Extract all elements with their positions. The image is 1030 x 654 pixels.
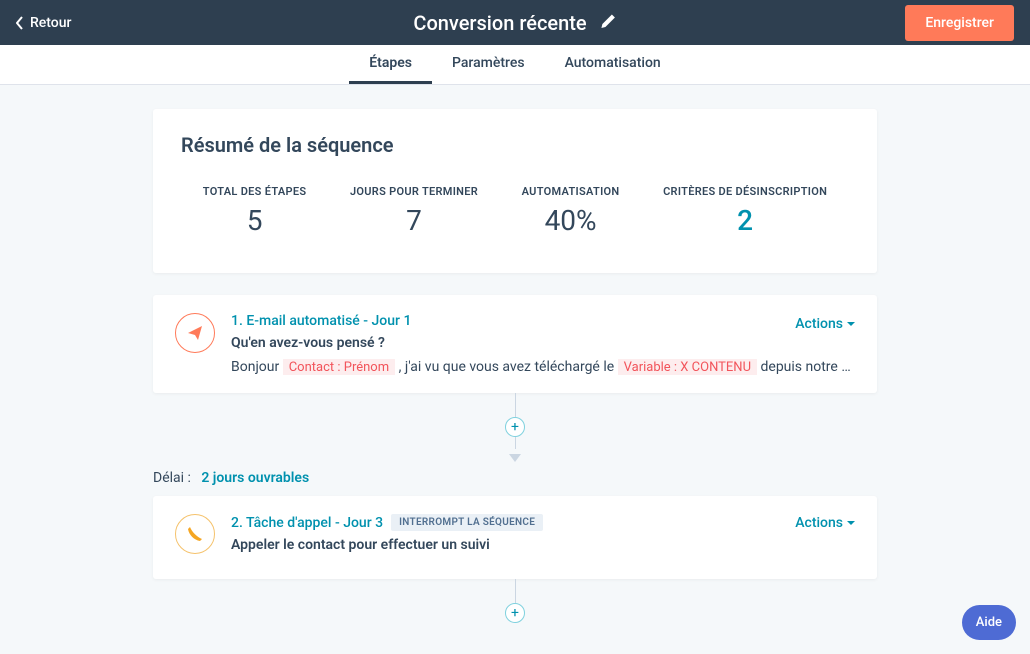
- chevron-down-icon: [847, 521, 855, 525]
- stats-row: TOTAL DES ÉTAPES 5 JOURS POUR TERMINER 7…: [181, 185, 849, 237]
- vertical-line: [515, 393, 516, 417]
- add-step-button[interactable]: +: [505, 603, 525, 623]
- step-card-2: 2. Tâche d'appel - Jour 3 INTERROMPT LA …: [153, 496, 877, 579]
- paper-plane-icon: [175, 313, 215, 353]
- delay-row: Délai : 2 jours ouvrables: [153, 470, 877, 486]
- stat-unsub: CRITÈRES DE DÉSINSCRIPTION 2: [663, 185, 827, 237]
- summary-card: Résumé de la séquence TOTAL DES ÉTAPES 5…: [153, 109, 877, 273]
- tab-automation[interactable]: Automatisation: [545, 45, 681, 84]
- step-card-1: 1. E-mail automatisé - Jour 1 Actions Qu…: [153, 295, 877, 393]
- tab-steps[interactable]: Étapes: [349, 45, 432, 84]
- connector: +: [153, 393, 877, 466]
- preview-text: , j'ai vu que vous avez téléchargé le: [399, 359, 618, 375]
- title-wrap: Conversion récente: [413, 11, 616, 35]
- stat-total-steps: TOTAL DES ÉTAPES 5: [203, 185, 307, 237]
- stat-automation: AUTOMATISATION 40%: [522, 185, 620, 237]
- top-bar: Retour Conversion récente Enregistrer: [0, 0, 1030, 45]
- step-subject: Qu'en avez-vous pensé ?: [231, 335, 855, 351]
- step-preview: Bonjour Contact : Prénom , j'ai vu que v…: [231, 359, 855, 375]
- stat-value: 5: [203, 204, 307, 237]
- preview-text: depuis notre site web et je sou…: [761, 359, 856, 375]
- phone-icon: [175, 514, 215, 554]
- add-step-button[interactable]: +: [505, 417, 525, 437]
- chevron-down-icon: [847, 322, 855, 326]
- back-label: Retour: [30, 15, 72, 31]
- actions-label: Actions: [795, 316, 843, 332]
- tabs: Étapes Paramètres Automatisation: [0, 45, 1030, 85]
- page-title: Conversion récente: [413, 11, 586, 35]
- stat-label: AUTOMATISATION: [522, 185, 620, 198]
- actions-button[interactable]: Actions: [795, 316, 855, 332]
- actions-label: Actions: [795, 515, 843, 531]
- token-contact[interactable]: Contact : Prénom: [283, 359, 395, 375]
- summary-title: Résumé de la séquence: [181, 133, 849, 157]
- pencil-icon[interactable]: [601, 13, 617, 33]
- stat-value[interactable]: 2: [663, 204, 827, 237]
- content: Résumé de la séquence TOTAL DES ÉTAPES 5…: [0, 85, 1030, 623]
- actions-button[interactable]: Actions: [795, 515, 855, 531]
- vertical-line: [515, 579, 516, 603]
- chevron-left-icon: [16, 16, 24, 30]
- stat-days: JOURS POUR TERMINER 7: [350, 185, 478, 237]
- step-type-label: 1. E-mail automatisé - Jour 1: [231, 313, 411, 329]
- help-button[interactable]: Aide: [962, 605, 1016, 640]
- save-button[interactable]: Enregistrer: [905, 5, 1014, 41]
- back-button[interactable]: Retour: [16, 15, 72, 31]
- stat-label: CRITÈRES DE DÉSINSCRIPTION: [663, 185, 827, 198]
- stat-value: 7: [350, 204, 478, 237]
- step-subject: Appeler le contact pour effectuer un sui…: [231, 537, 855, 553]
- stat-label: JOURS POUR TERMINER: [350, 185, 478, 198]
- interrupt-badge: INTERROMPT LA SÉQUENCE: [391, 514, 543, 531]
- step-type-label: 2. Tâche d'appel - Jour 3: [231, 515, 383, 531]
- arrow-down-icon: [509, 447, 521, 466]
- tab-settings[interactable]: Paramètres: [432, 45, 545, 84]
- stat-label: TOTAL DES ÉTAPES: [203, 185, 307, 198]
- connector: +: [153, 579, 877, 623]
- token-content[interactable]: Variable : X CONTENU: [618, 359, 757, 375]
- stat-value: 40%: [522, 204, 620, 237]
- delay-label: Délai :: [153, 470, 191, 486]
- preview-text: Bonjour: [231, 359, 283, 375]
- delay-value-link[interactable]: 2 jours ouvrables: [201, 470, 309, 486]
